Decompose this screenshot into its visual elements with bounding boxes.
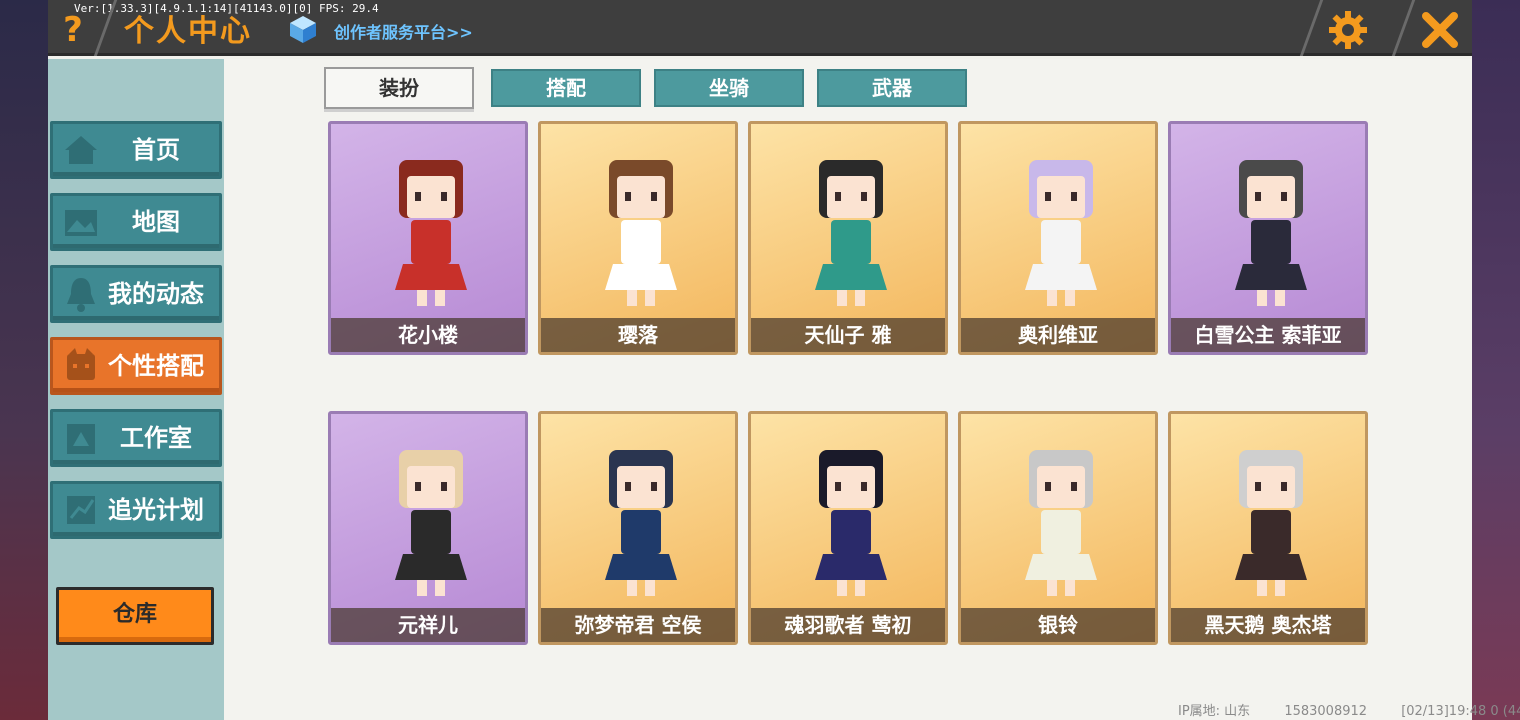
character-card[interactable]: 魂羽歌者 莺初 xyxy=(748,411,948,645)
character-avatar xyxy=(605,160,677,306)
footer-info: IP属地: 山东 1583008912 [02/13]19:48 0 (44 xyxy=(1178,700,1520,719)
tab-dress-up[interactable]: 装扮 xyxy=(324,67,474,109)
character-avatar xyxy=(1235,160,1307,306)
tab-weapon[interactable]: 武器 xyxy=(817,69,967,107)
top-bar: ? Ver:[1.33.3][4.9.1.1:14][41143.0][0] F… xyxy=(48,0,1472,56)
sidebar-item-light-plan[interactable]: 追光计划 xyxy=(50,481,222,539)
character-name: 花小楼 xyxy=(331,318,525,352)
ip-location: IP属地: 山东 xyxy=(1178,704,1251,719)
tab-outfit-match[interactable]: 搭配 xyxy=(491,69,641,107)
creator-platform-link[interactable]: 创作者服务平台>> xyxy=(334,19,473,43)
character-name: 银铃 xyxy=(961,608,1155,642)
sidebar: 首页 地图 我的动态 个性搭配 工作室 追光计划 仓库 xyxy=(48,59,224,720)
sidebar-item-label: 追光计划 xyxy=(108,496,204,524)
character-avatar xyxy=(605,450,677,596)
user-id: 1583008912 xyxy=(1284,704,1368,719)
character-card[interactable]: 奥利维亚 xyxy=(958,121,1158,355)
character-card[interactable]: 黑天鹅 奥杰塔 xyxy=(1168,411,1368,645)
background-left xyxy=(0,0,48,720)
sidebar-item-label: 地图 xyxy=(132,208,180,236)
character-avatar xyxy=(395,450,467,596)
character-card[interactable]: 元祥儿 xyxy=(328,411,528,645)
close-icon[interactable] xyxy=(1418,8,1462,52)
character-card[interactable]: 银铃 xyxy=(958,411,1158,645)
sidebar-item-label: 首页 xyxy=(132,136,180,164)
character-name: 元祥儿 xyxy=(331,608,525,642)
character-avatar xyxy=(815,450,887,596)
gear-icon[interactable] xyxy=(1326,8,1370,52)
sidebar-item-activity[interactable]: 我的动态 xyxy=(50,265,222,323)
sidebar-item-studio[interactable]: 工作室 xyxy=(50,409,222,467)
character-card[interactable]: 弥梦帝君 空侯 xyxy=(538,411,738,645)
character-avatar xyxy=(1235,450,1307,596)
tab-mount[interactable]: 坐骑 xyxy=(654,69,804,107)
character-name: 弥梦帝君 空侯 xyxy=(541,608,735,642)
character-name: 黑天鹅 奥杰塔 xyxy=(1171,608,1365,642)
character-name: 魂羽歌者 莺初 xyxy=(751,608,945,642)
character-card[interactable]: 天仙子 雅 xyxy=(748,121,948,355)
help-icon[interactable]: ? xyxy=(58,10,88,50)
character-name: 璎落 xyxy=(541,318,735,352)
warehouse-button[interactable]: 仓库 xyxy=(56,587,214,645)
divider xyxy=(1391,0,1416,56)
personal-center-window: ? Ver:[1.33.3][4.9.1.1:14][41143.0][0] F… xyxy=(48,0,1520,720)
character-card[interactable]: 璎落 xyxy=(538,121,738,355)
content-area: 装扮 搭配 坐骑 武器 花小楼 璎落 天仙子 雅奥利维亚 白雪公主 索菲亚元祥儿 弥梦帝… xyxy=(224,59,1472,720)
character-avatar xyxy=(1025,160,1097,306)
cube-icon[interactable] xyxy=(288,14,318,44)
character-name: 白雪公主 索菲亚 xyxy=(1171,318,1365,352)
character-avatar xyxy=(815,160,887,306)
timestamp: [02/13]19:48 0 (44 xyxy=(1401,704,1520,719)
character-card[interactable]: 花小楼 xyxy=(328,121,528,355)
character-name: 天仙子 雅 xyxy=(751,318,945,352)
sidebar-item-label: 工作室 xyxy=(120,424,192,452)
divider xyxy=(1299,0,1324,56)
page-title: 个人中心 xyxy=(124,14,252,49)
sidebar-item-label: 个性搭配 xyxy=(108,352,204,380)
character-avatar xyxy=(395,160,467,306)
sidebar-item-home[interactable]: 首页 xyxy=(50,121,222,179)
character-card[interactable]: 白雪公主 索菲亚 xyxy=(1168,121,1368,355)
background-right xyxy=(1470,0,1520,720)
sidebar-item-outfit[interactable]: 个性搭配 xyxy=(50,337,222,395)
sidebar-item-map[interactable]: 地图 xyxy=(50,193,222,251)
character-avatar xyxy=(1025,450,1097,596)
sidebar-item-label: 我的动态 xyxy=(108,280,204,308)
character-name: 奥利维亚 xyxy=(961,318,1155,352)
